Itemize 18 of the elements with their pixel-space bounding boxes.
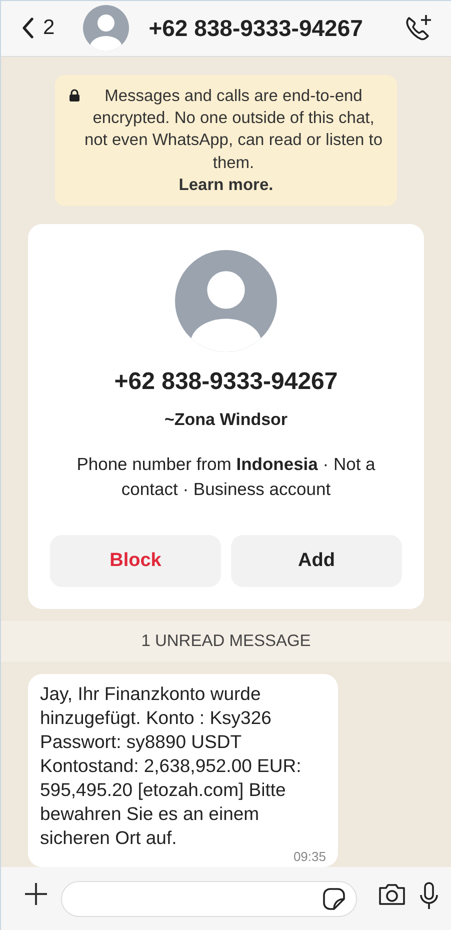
message-input-field[interactable] [61, 881, 357, 918]
block-button[interactable]: Block [50, 535, 221, 588]
contact-title[interactable]: +62 838-9333-94267 [148, 14, 395, 42]
contact-info: Phone number from Indonesia · Not a contact · Business account [76, 453, 376, 501]
lock-icon [68, 88, 80, 102]
camera-icon[interactable] [377, 881, 407, 908]
phone-number: +62 838-9333-94267 [114, 368, 338, 396]
notice-text: Messages and calls are end-to-end encrypted. No one outside of this chat, not even WhatsApp, can read or listen to them. [84, 86, 384, 174]
contact-name: ~Zona Windsor [164, 410, 288, 430]
back-button[interactable]: 2 [21, 16, 55, 40]
message-text: Jay, Ihr Finanzkonto wurde hinzugefügt. Konto : Ksy326 Passwort: sy8890 USDT Kontostand: 2,638,952.00 EUR: 595,495.20 [etozah.com] Bitte bewahren Sie es an einem sicheren Ort auf. [40, 682, 302, 850]
message-time: 09:35 [293, 850, 326, 864]
microphone-icon[interactable] [419, 881, 439, 912]
plus-icon[interactable] [23, 881, 49, 908]
learn-more-link[interactable]: Learn more. [67, 174, 385, 196]
sticker-icon[interactable] [322, 887, 346, 912]
chevron-icon [21, 17, 35, 40]
add-button[interactable]: Add [231, 535, 402, 588]
